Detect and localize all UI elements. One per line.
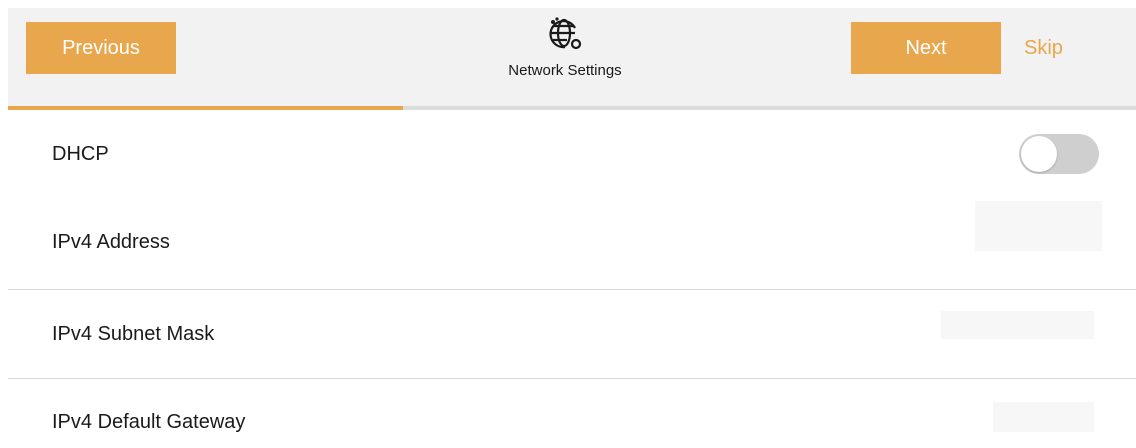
default-gateway-row: IPv4 Default Gateway <box>8 396 1136 448</box>
ipv4-address-field[interactable] <box>975 201 1102 251</box>
step-title-label: Network Settings <box>508 62 622 79</box>
default-gateway-field[interactable] <box>993 402 1094 432</box>
progress-fill <box>8 106 403 110</box>
subnet-mask-label: IPv4 Subnet Mask <box>52 322 215 345</box>
toggle-knob <box>1021 136 1057 172</box>
step-title: Network Settings <box>475 8 655 79</box>
dhcp-label: DHCP <box>52 142 109 165</box>
previous-button[interactable]: Previous <box>26 22 176 74</box>
divider <box>8 289 1136 290</box>
skip-button[interactable]: Skip <box>1024 22 1063 74</box>
next-button[interactable]: Next <box>851 22 1001 74</box>
divider <box>8 378 1136 379</box>
default-gateway-label: IPv4 Default Gateway <box>52 410 246 433</box>
subnet-mask-field[interactable] <box>941 311 1094 339</box>
globe-network-icon <box>549 17 582 50</box>
dhcp-toggle[interactable] <box>1019 134 1099 174</box>
progress-bar <box>8 106 1136 110</box>
dhcp-row: DHCP <box>8 128 1136 180</box>
ipv4-address-label: IPv4 Address <box>52 230 170 253</box>
ipv4-address-row: IPv4 Address <box>8 216 1136 268</box>
